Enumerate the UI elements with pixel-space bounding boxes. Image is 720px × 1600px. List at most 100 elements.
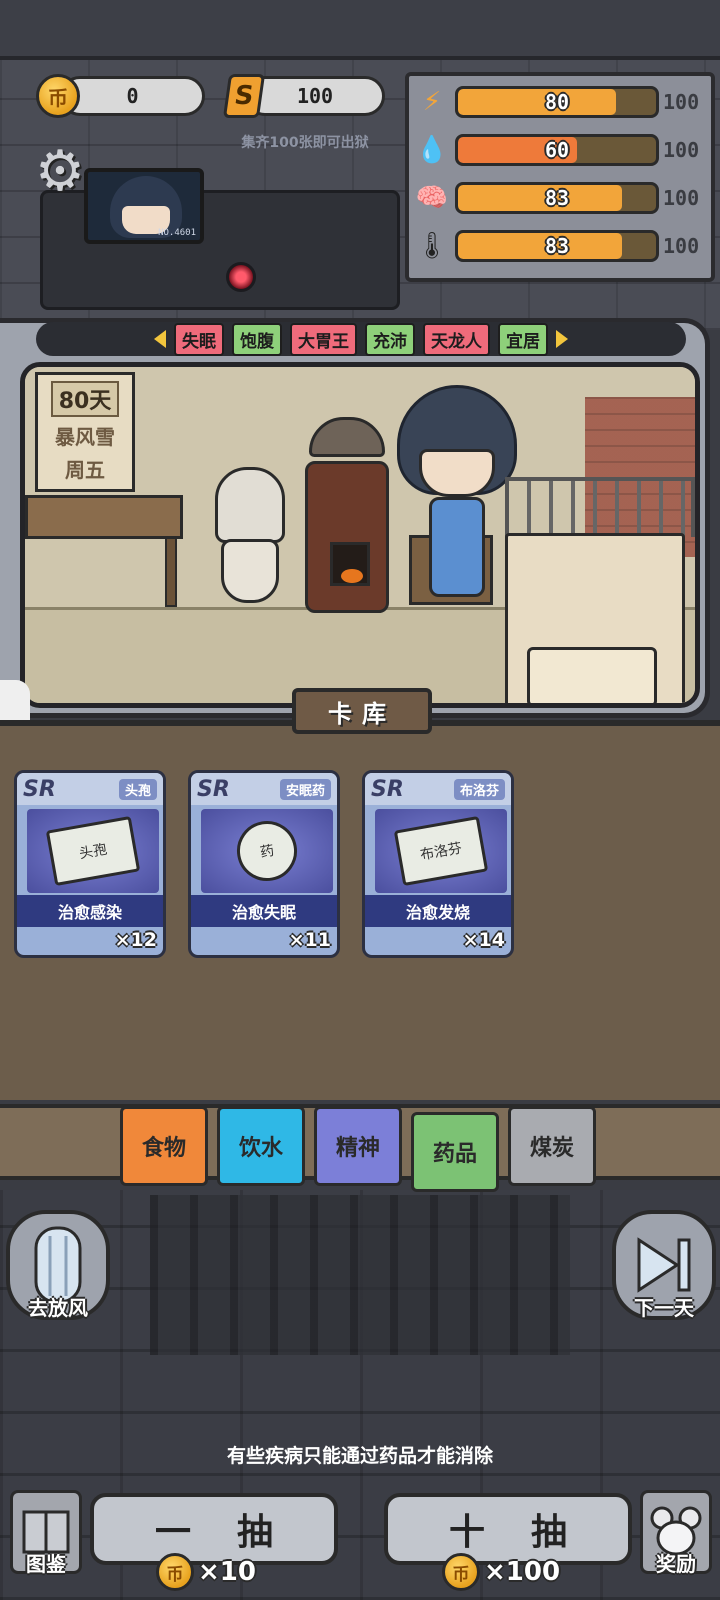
calendar-poster: 80天 暴风雪 周五 [35,372,135,492]
status-tag[interactable]: 饱腹 [232,322,282,356]
toilet-bowl [221,539,279,603]
card-effect: 治愈失眠 [191,895,337,927]
card-effect: 治愈发烧 [365,895,511,927]
desk-leg [165,537,177,607]
card-name: 布洛芬 [453,778,505,800]
status-tag-bar: 失眠 饱腹 大胃王 充沛 天龙人 宜居 [36,322,686,356]
reward-label: 奖励 [656,1552,696,1576]
tab-medicine[interactable]: 药品 [411,1112,499,1192]
water-drop-icon: 💧 [415,135,449,165]
weekday-label: 周五 [65,458,105,482]
card-count: ×11 [288,929,331,951]
status-tag[interactable]: 宜居 [498,322,548,356]
ticket-icon: S [222,74,266,118]
card-name: 安眠药 [279,778,331,800]
card-item[interactable]: SR 头孢 头孢 治愈感染 ×12 [14,770,166,958]
ticket-amount: 100 [296,84,334,108]
prison-cell-scene: 80天 暴风雪 周五 [20,362,700,708]
energy-icon: ⚡ [422,87,442,117]
card-name: 头孢 [118,778,157,800]
medicine-box-icon: 布洛芬 [375,809,507,893]
temperature-bar: 83 [455,230,659,262]
water-value: 60 [544,138,570,162]
status-tag[interactable]: 天龙人 [423,322,490,356]
stat-temperature: 🌡 83 100 [415,226,711,266]
energy-bar: 80 [455,86,659,118]
water-bar: 60 [455,134,659,166]
card-library-title: 卡库 [292,688,432,734]
draw-ten-cost-value: ×100 [484,1557,561,1587]
energy-value: 80 [544,90,570,114]
tab-food[interactable]: 食物 [120,1106,208,1186]
coal-stove [305,417,389,617]
next-day-label: 下一天 [634,1296,694,1320]
brain-icon: 🧠 [415,183,449,213]
coin-icon: 币 [36,74,80,118]
mind-bar: 83 [455,182,659,214]
stat-water: 💧 60 100 [415,130,711,170]
status-tag[interactable]: 失眠 [174,322,224,356]
alarm-light [226,262,256,292]
bed-pillow [527,647,657,703]
toilet-tank [215,467,285,543]
stove-body [305,461,389,613]
tab-water[interactable]: 饮水 [217,1106,305,1186]
energy-max: 100 [663,90,700,114]
mind-value: 83 [544,186,570,210]
card-header: SR 布洛芬 [365,773,511,805]
stats-panel: ⚡ 80 100 💧 60 100 🧠 83 100 🌡 83 100 [405,72,715,282]
card-count: ×12 [114,929,157,951]
avatar[interactable]: NO.4601 [84,168,204,244]
skip-next-icon [637,1237,691,1293]
draw-ten-cost: 币 ×100 [442,1552,560,1592]
toilet [211,467,289,607]
character-face [419,449,495,497]
ceiling [0,0,720,60]
bed-frame [505,477,695,537]
card-header: SR 头孢 [17,773,163,805]
card-item[interactable]: SR 安眠药 药 治愈失眠 ×11 [188,770,340,958]
pill-bottle-icon: 药 [201,809,333,893]
card-header: SR 安眠药 [191,773,337,805]
card-effect: 治愈感染 [17,895,163,927]
temperature-value: 83 [544,234,570,258]
card-count: ×14 [462,929,505,951]
coin-amount: 0 [126,84,139,108]
stat-mind: 🧠 83 100 [415,178,711,218]
card-art-label: 头孢 [45,815,141,887]
stat-energy: ⚡ 80 100 [415,82,711,122]
card-rarity: SR [371,776,404,802]
draw-one-cost-value: ×10 [198,1557,256,1587]
prison-bed [505,477,695,703]
status-tag[interactable]: 大胃王 [290,322,357,356]
ticket-counter: 100 [245,76,385,116]
collect-hint: 集齐100张即可出狱 [241,135,369,151]
settings-gear-icon[interactable]: ⚙ [30,142,90,202]
draw-one-label-1: 一 [154,1512,191,1553]
draw-one-label-2: 抽 [237,1512,274,1553]
tag-scroll-right-icon[interactable] [556,330,568,348]
tab-coal[interactable]: 煤炭 [508,1106,596,1186]
card-rarity: SR [197,776,230,802]
status-tag[interactable]: 充沛 [365,322,415,356]
draw-one-cost: 币 ×10 [156,1552,256,1592]
card-rarity: SR [23,776,56,802]
coin-icon: 币 [442,1553,480,1591]
mind-max: 100 [663,186,700,210]
stove-door [330,542,370,586]
prisoner-number: NO.4601 [158,228,196,238]
tag-scroll-left-icon[interactable] [154,330,166,348]
thermometer-icon: 🌡 [415,231,449,261]
draw-ten-label-2: 抽 [531,1512,568,1553]
card-item[interactable]: SR 布洛芬 布洛芬 治愈发烧 ×14 [362,770,514,958]
coin-icon: 币 [156,1553,194,1591]
day-counter: 80天 [50,381,120,417]
pill-box-icon: 头孢 [27,809,159,893]
stove-lid [309,417,385,457]
floor-vent [150,1195,570,1355]
character-body [429,497,485,597]
water-max: 100 [663,138,700,162]
tab-spirit[interactable]: 精神 [314,1106,402,1186]
fire-icon [341,569,363,583]
draw-ten-label-1: 十 [448,1512,485,1553]
